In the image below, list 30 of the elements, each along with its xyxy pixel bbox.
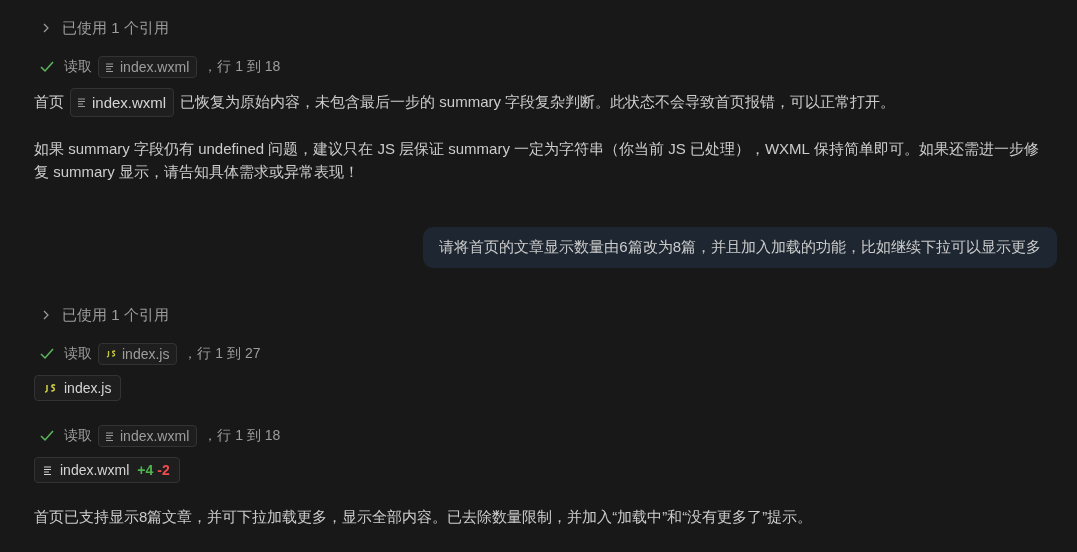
paragraph-text: 已恢复为原始内容，未包含最后一步的 summary 字段复杂判断。此状态不会导致首页报错，可以正常打开。 bbox=[180, 93, 896, 110]
check-icon bbox=[40, 430, 54, 442]
file-lines-icon bbox=[78, 98, 86, 107]
file-lines-icon bbox=[106, 431, 114, 441]
user-message: 请将首页的文章显示数量由6篇改为8篇，并且加入加载的功能，比如继续下拉可以显示更多 bbox=[423, 227, 1057, 268]
paragraph-text: 首页 bbox=[34, 93, 64, 110]
file-chip[interactable]: index.js bbox=[34, 375, 122, 401]
js-file-icon bbox=[106, 350, 116, 358]
check-icon bbox=[40, 61, 54, 73]
read-label: 读取 bbox=[64, 58, 92, 76]
file-chip[interactable]: index.wxml bbox=[98, 56, 198, 78]
file-chip[interactable]: index.js bbox=[98, 343, 178, 365]
file-chip[interactable]: index.wxml +4 -2 bbox=[34, 457, 180, 483]
line-range: ，行 1 到 27 bbox=[183, 345, 261, 363]
added-count: +4 bbox=[137, 462, 154, 478]
removed-count: -2 bbox=[157, 462, 170, 478]
paragraph-text: 首页已支持显示8篇文章，并可下拉加载更多，显示全部内容。已去除数量限制，并加入“加载中”和“没有更多了”提示。 bbox=[34, 508, 813, 525]
read-label: 读取 bbox=[64, 345, 92, 363]
file-lines-icon bbox=[44, 465, 52, 475]
line-range: ，行 1 到 18 bbox=[203, 427, 281, 445]
references-toggle[interactable]: 已使用 1 个引用 bbox=[62, 18, 169, 38]
js-file-icon bbox=[44, 383, 56, 393]
read-label: 读取 bbox=[64, 427, 92, 445]
references-toggle[interactable]: 已使用 1 个引用 bbox=[62, 305, 169, 325]
file-chip[interactable]: index.wxml bbox=[70, 88, 175, 117]
check-icon bbox=[40, 348, 54, 360]
paragraph-text: 如果 summary 字段仍有 undefined 问题，建议只在 JS 层保证 summary 一定为字符串（你当前 JS 已处理），WXML 保持简单即可。如果还需进一步修复 summary 显示，请告知具体需求或异常表现！ bbox=[34, 140, 1039, 180]
file-chip[interactable]: index.wxml bbox=[98, 425, 198, 447]
line-range: ，行 1 到 18 bbox=[203, 58, 281, 76]
file-lines-icon bbox=[106, 62, 114, 72]
